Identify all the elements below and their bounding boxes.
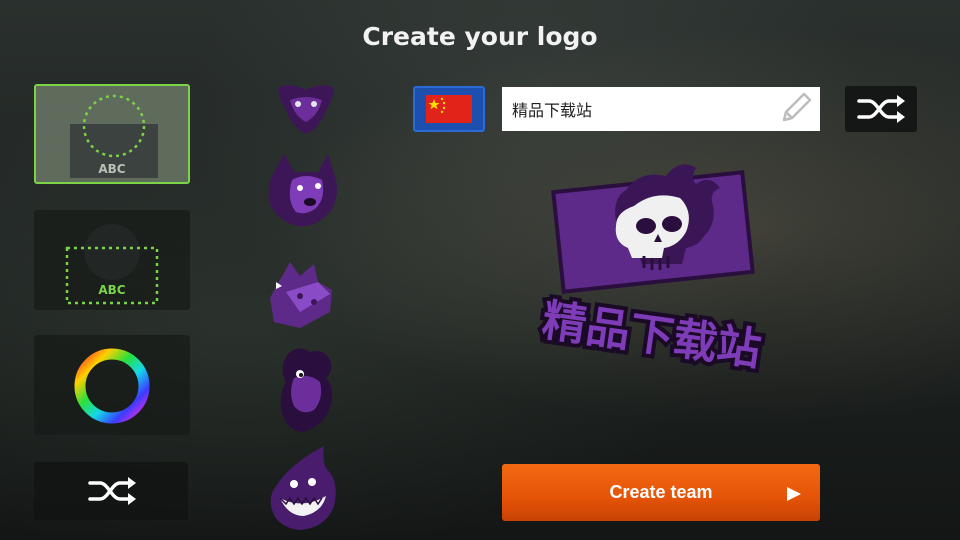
color-picker-button[interactable] — [34, 335, 190, 435]
layout-option-rectangle[interactable]: ABC — [34, 210, 190, 310]
cheese-emblem-icon[interactable] — [264, 252, 348, 332]
color-wheel-icon — [74, 348, 150, 424]
country-flag-button[interactable] — [413, 86, 485, 132]
page-title: Create your logo — [362, 22, 598, 51]
demon-emblem-icon[interactable] — [264, 80, 348, 138]
shuffle-icon — [857, 95, 905, 123]
pencil-icon[interactable] — [776, 90, 816, 130]
logo-preview: 精品下载站 精品下载站 — [530, 160, 790, 410]
preview-team-name: 精品下载站 — [539, 295, 764, 376]
skull-logo-icon: 精品下载站 精品下载站 — [535, 164, 768, 380]
wolf-emblem-icon[interactable] — [264, 146, 348, 234]
shuffle-icon — [88, 477, 136, 505]
shuffle-layout-button[interactable] — [34, 462, 188, 520]
team-name-input[interactable] — [502, 87, 820, 131]
china-flag-icon — [426, 95, 472, 123]
shuffle-name-button[interactable] — [845, 86, 917, 132]
create-team-label: Create team — [609, 482, 713, 502]
bird-emblem-icon[interactable] — [264, 344, 348, 434]
layout-option-label: ABC — [98, 283, 126, 297]
shark-emblem-icon[interactable] — [264, 440, 348, 532]
layout-option-label: ABC — [98, 162, 126, 176]
play-arrow-icon — [787, 487, 801, 501]
layout-option-circle[interactable]: ABC — [34, 84, 190, 184]
create-team-button[interactable]: Create team — [502, 464, 820, 521]
